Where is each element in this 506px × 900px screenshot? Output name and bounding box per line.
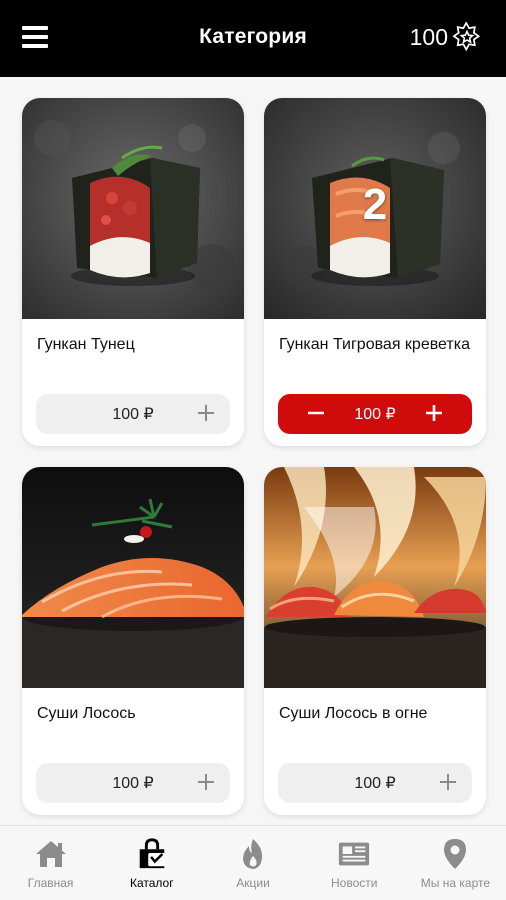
home-icon bbox=[34, 838, 68, 870]
add-to-cart-button[interactable]: 100 ₽ bbox=[278, 763, 472, 803]
flame-icon bbox=[236, 838, 270, 870]
product-photo-tuna-gunkan[interactable] bbox=[22, 98, 244, 319]
plus-icon bbox=[198, 774, 214, 790]
nav-label: Мы на карте bbox=[420, 876, 491, 890]
product-grid: Гункан Тунец 100 ₽ 2 Гункан Тигровая кре… bbox=[0, 77, 506, 825]
nav-label: Новости bbox=[330, 876, 378, 890]
badge-star-icon bbox=[452, 22, 481, 52]
product-photo-tiger-shrimp-gunkan[interactable]: 2 bbox=[264, 98, 486, 319]
product-name: Суши Лосось bbox=[37, 705, 136, 722]
bonus-points[interactable]: 100 bbox=[410, 22, 482, 52]
product-card[interactable]: 2 Гункан Тигровая креветка 100 ₽ bbox=[264, 98, 486, 446]
product-card[interactable]: Гункан Тунец 100 ₽ bbox=[22, 98, 244, 446]
newspaper-icon bbox=[337, 838, 371, 870]
product-photo-salmon-sushi[interactable] bbox=[22, 467, 244, 688]
plus-icon bbox=[198, 405, 214, 421]
quantity-stepper: 100 ₽ bbox=[278, 394, 472, 434]
product-photo-salmon-sushi-fire[interactable] bbox=[264, 467, 486, 688]
product-name: Суши Лосось в огне bbox=[279, 705, 428, 722]
nav-item-catalog[interactable]: Каталог bbox=[101, 826, 202, 900]
nav-item-promotions[interactable]: Акции bbox=[202, 826, 303, 900]
add-to-cart-button[interactable]: 100 ₽ bbox=[36, 394, 230, 434]
top-bar: Категория 100 bbox=[0, 0, 506, 77]
shopping-bag-icon bbox=[135, 838, 169, 870]
nav-label: Акции bbox=[236, 876, 270, 890]
nav-label: Главная bbox=[27, 876, 74, 890]
bottom-navigation: Главная Каталог Акции Новости Мы на карт… bbox=[0, 825, 506, 900]
add-to-cart-button[interactable]: 100 ₽ bbox=[36, 763, 230, 803]
plus-icon bbox=[440, 774, 456, 790]
map-pin-icon bbox=[438, 838, 472, 870]
nav-item-map[interactable]: Мы на карте bbox=[405, 826, 506, 900]
product-card[interactable]: Суши Лосось 100 ₽ bbox=[22, 467, 244, 815]
bonus-points-value: 100 bbox=[409, 23, 448, 50]
nav-item-news[interactable]: Новости bbox=[304, 826, 405, 900]
product-card[interactable]: Суши Лосось в огне 100 ₽ bbox=[264, 467, 486, 815]
app-screen: Категория 100 Гункан Тунец 100 ₽ 2 Гунка… bbox=[0, 0, 506, 900]
plus-icon[interactable] bbox=[424, 403, 444, 423]
nav-label: Каталог bbox=[129, 876, 174, 890]
nav-item-home[interactable]: Главная bbox=[0, 826, 101, 900]
cart-quantity-badge: 2 bbox=[362, 180, 388, 229]
product-name: Гункан Тигровая креветка bbox=[279, 336, 470, 353]
product-name: Гункан Тунец bbox=[37, 336, 135, 353]
